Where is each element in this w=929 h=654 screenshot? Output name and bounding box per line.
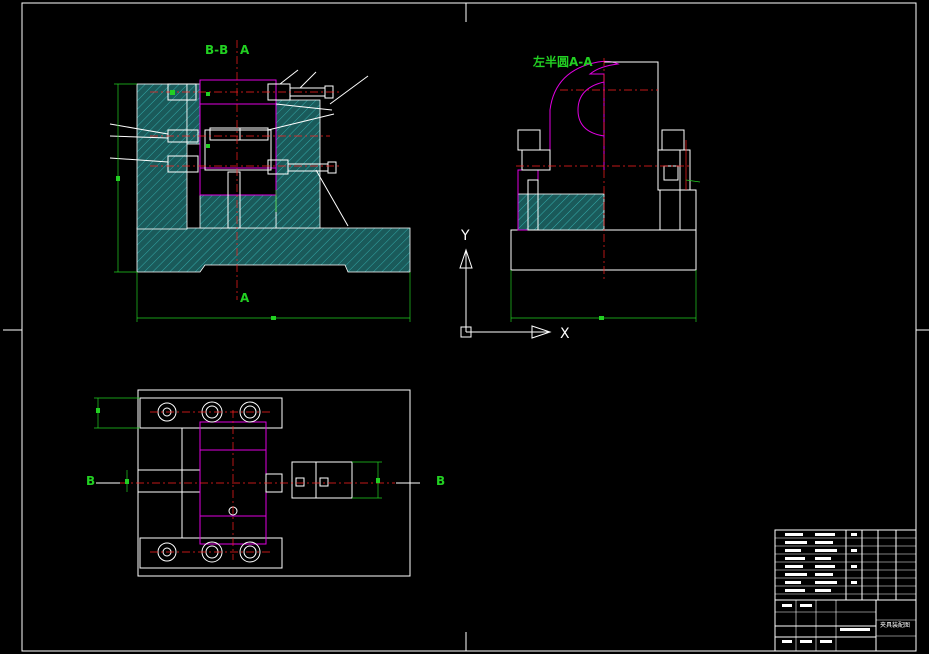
title-block — [774, 529, 917, 652]
axis-x-label: X — [560, 326, 570, 342]
ucs-axis-icon — [459, 248, 552, 339]
section-cut-left-b: B — [86, 474, 95, 488]
section-label-bb: B-B — [205, 43, 228, 57]
section-cut-right-b: B — [436, 474, 445, 488]
title-block-drawing-name: 夹具装配图 — [880, 621, 910, 629]
section-letter-top: A — [240, 43, 250, 57]
section-letter-bottom: A — [240, 291, 250, 305]
side-section-view — [510, 58, 701, 322]
axis-y-label: Y — [460, 228, 470, 244]
cad-drawing-canvas: B-B A A 左半圆A-A Y X B B 夹具装配图 — [3, 2, 929, 652]
top-plan-view — [94, 389, 420, 577]
front-section-view — [109, 40, 411, 322]
side-view-label: 左半圆A-A — [532, 54, 593, 69]
